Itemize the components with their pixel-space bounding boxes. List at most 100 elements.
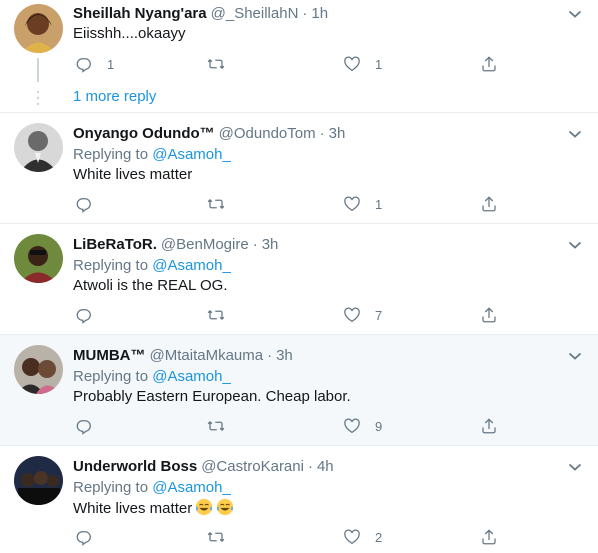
retweet-button[interactable] xyxy=(207,194,239,214)
retweet-button[interactable] xyxy=(207,527,239,547)
face-with-tears-of-joy-icon xyxy=(196,498,213,516)
replying-to: Replying to @Asamoh_ xyxy=(73,368,231,386)
reply-icon xyxy=(76,58,91,73)
share-icon xyxy=(482,418,496,434)
tweet-text: Atwoli is the REAL OG. xyxy=(73,277,228,294)
chevron-down-icon[interactable] xyxy=(568,9,582,19)
like-button[interactable]: 2 xyxy=(343,527,382,547)
tweet[interactable]: MUMBA™ @MtaitaMkauma · 3h Replying to @Asam… xyxy=(0,335,598,446)
face-with-tears-of-joy-icon xyxy=(217,498,234,516)
tweet-text: White lives matter xyxy=(73,166,193,183)
replying-to-label: Replying to xyxy=(73,146,149,163)
thread-dots-icon xyxy=(36,90,40,106)
avatar[interactable] xyxy=(14,234,63,283)
replying-to-label: Replying to xyxy=(73,257,149,274)
like-button[interactable]: 1 xyxy=(343,54,382,74)
share-icon xyxy=(482,196,496,212)
tweet-actions: 2 xyxy=(73,527,513,547)
tweet-header: Underworld Boss @CastroKarani · 4h xyxy=(73,458,334,476)
reply-count: 1 xyxy=(107,56,115,72)
tweet-header: Onyango Odundo™ @OdundoTom · 3h xyxy=(73,125,345,143)
reply-button[interactable] xyxy=(75,527,107,547)
heart-icon xyxy=(344,418,360,434)
timestamp[interactable]: 3h xyxy=(329,125,346,142)
like-button[interactable]: 7 xyxy=(343,305,382,325)
like-count: 7 xyxy=(375,307,383,323)
user-handle[interactable]: @BenMogire xyxy=(161,236,249,253)
display-name[interactable]: Onyango Odundo™ xyxy=(73,125,215,142)
share-button[interactable] xyxy=(480,54,498,74)
tweet-actions: 9 xyxy=(73,416,513,436)
user-handle[interactable]: @OdundoTom xyxy=(219,125,316,142)
display-name[interactable]: MUMBA™ xyxy=(73,347,146,364)
tweet[interactable]: Sheillah Nyang'ara @_SheillahN · 1h Eiisshh… xyxy=(0,0,598,113)
replying-to: Replying to @Asamoh_ xyxy=(73,479,231,497)
retweet-button[interactable] xyxy=(207,54,239,74)
user-handle[interactable]: @_SheillahN xyxy=(211,5,299,22)
tweet-text: Probably Eastern European. Cheap labor. xyxy=(73,388,351,405)
reply-button[interactable] xyxy=(75,416,107,436)
reply-icon xyxy=(76,531,91,546)
tweet[interactable]: Underworld Boss @CastroKarani · 4h Replying… xyxy=(0,446,598,553)
timestamp[interactable]: 1h xyxy=(311,5,328,22)
chevron-down-icon[interactable] xyxy=(568,351,582,361)
share-button[interactable] xyxy=(480,527,498,547)
display-name[interactable]: Underworld Boss xyxy=(73,458,197,475)
retweet-icon xyxy=(207,531,225,543)
reply-button[interactable] xyxy=(75,305,107,325)
like-button[interactable]: 1 xyxy=(343,194,382,214)
tweet[interactable]: LiBeRaToR. @BenMogire · 3h Replying to @Asa… xyxy=(0,224,598,335)
separator-dot: · xyxy=(319,125,325,142)
timestamp[interactable]: 4h xyxy=(317,458,334,475)
user-handle[interactable]: @MtaitaMkauma xyxy=(150,347,264,364)
mention-link[interactable]: @Asamoh_ xyxy=(152,479,231,496)
timestamp[interactable]: 3h xyxy=(262,236,279,253)
replying-to: Replying to @Asamoh_ xyxy=(73,257,231,275)
tweet-header: LiBeRaToR. @BenMogire · 3h xyxy=(73,236,278,254)
chevron-down-icon[interactable] xyxy=(568,462,582,472)
heart-icon xyxy=(344,529,360,545)
avatar[interactable] xyxy=(14,456,63,505)
mention-link[interactable]: @Asamoh_ xyxy=(152,257,231,274)
chevron-down-icon[interactable] xyxy=(568,129,582,139)
tweet-text-content: White lives matter xyxy=(73,500,193,517)
more-replies-link[interactable]: 1 more reply xyxy=(73,88,156,105)
share-button[interactable] xyxy=(480,416,498,436)
retweet-icon xyxy=(207,420,225,432)
user-handle[interactable]: @CastroKarani xyxy=(201,458,304,475)
reply-thread: Sheillah Nyang'ara @_SheillahN · 1h Eiisshh… xyxy=(0,0,598,553)
retweet-button[interactable] xyxy=(207,305,239,325)
reply-button[interactable] xyxy=(75,194,107,214)
tweet-actions: 1 1 xyxy=(73,54,513,74)
retweet-icon xyxy=(207,58,225,70)
tweet-header: Sheillah Nyang'ara @_SheillahN · 1h xyxy=(73,5,328,23)
reply-icon xyxy=(76,309,91,324)
avatar[interactable] xyxy=(14,123,63,172)
share-icon xyxy=(482,307,496,323)
tweet[interactable]: Onyango Odundo™ @OdundoTom · 3h Replying to… xyxy=(0,113,598,224)
separator-dot: · xyxy=(267,347,273,364)
avatar[interactable] xyxy=(14,345,63,394)
display-name[interactable]: Sheillah Nyang'ara xyxy=(73,5,207,22)
timestamp[interactable]: 3h xyxy=(276,347,293,364)
chevron-down-icon[interactable] xyxy=(568,240,582,250)
like-count: 9 xyxy=(375,418,383,434)
reply-button[interactable]: 1 xyxy=(75,54,114,74)
heart-icon xyxy=(344,196,360,212)
retweet-button[interactable] xyxy=(207,416,239,436)
mention-link[interactable]: @Asamoh_ xyxy=(152,146,231,163)
reply-icon xyxy=(76,198,91,213)
like-count: 1 xyxy=(375,196,383,212)
display-name[interactable]: LiBeRaToR. xyxy=(73,236,157,253)
like-button[interactable]: 9 xyxy=(343,416,382,436)
separator-dot: · xyxy=(302,5,308,22)
replying-to-label: Replying to xyxy=(73,479,149,496)
heart-icon xyxy=(344,56,360,72)
heart-icon xyxy=(344,307,360,323)
separator-dot: · xyxy=(252,236,258,253)
avatar[interactable] xyxy=(14,4,63,53)
mention-link[interactable]: @Asamoh_ xyxy=(152,368,231,385)
share-button[interactable] xyxy=(480,194,498,214)
share-button[interactable] xyxy=(480,305,498,325)
like-count: 1 xyxy=(375,56,383,72)
